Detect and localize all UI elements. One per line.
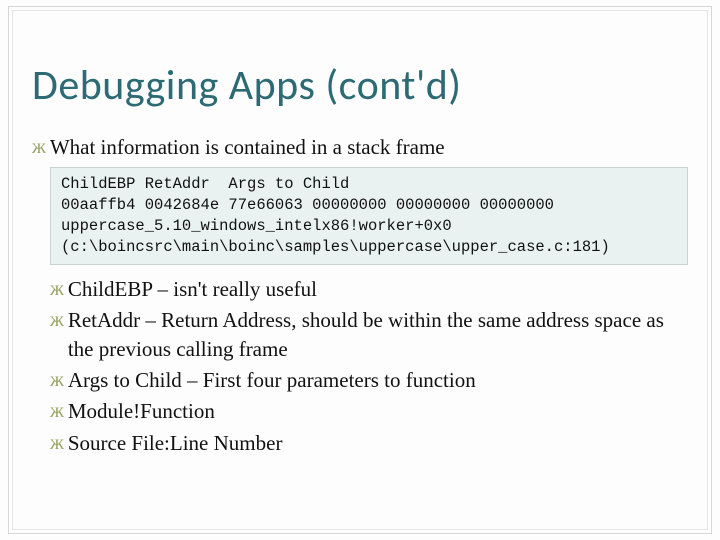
lead-bullet: ж What information is contained in a sta… <box>32 133 688 161</box>
list-item: ж RetAddr – Return Address, should be wi… <box>50 306 688 363</box>
code-line-4: (c:\boincsrc\main\boinc\samples\uppercas… <box>61 238 610 256</box>
list-item: ж Source File:Line Number <box>50 429 688 457</box>
bullet-glyph: ж <box>50 276 64 303</box>
list-item: ж ChildEBP – isn't really useful <box>50 275 688 303</box>
list-item-text: ChildEBP – isn't really useful <box>68 275 688 303</box>
bullet-glyph: ж <box>50 398 64 425</box>
bullet-glyph: ж <box>50 430 64 457</box>
list-item-text: Source File:Line Number <box>68 429 688 457</box>
list-item-text: Module!Function <box>68 397 688 425</box>
list-item-text: Args to Child – First four parameters to… <box>68 366 688 394</box>
code-line-3: uppercase_5.10_windows_intelx86!worker+0… <box>61 217 452 235</box>
sub-bullet-list: ж ChildEBP – isn't really useful ж RetAd… <box>32 275 688 457</box>
slide-title: Debugging Apps (cont'd) <box>32 60 688 111</box>
list-item-text: RetAddr – Return Address, should be with… <box>68 306 688 363</box>
bullet-glyph: ж <box>50 307 64 334</box>
bullet-glyph: ж <box>32 134 46 161</box>
bullet-glyph: ж <box>50 367 64 394</box>
code-line-2: 00aaffb4 0042684e 77e66063 00000000 0000… <box>61 196 554 214</box>
list-item: ж Module!Function <box>50 397 688 425</box>
code-line-1: ChildEBP RetAddr Args to Child <box>61 175 349 193</box>
slide-content: Debugging Apps (cont'd) ж What informati… <box>32 60 688 460</box>
code-sample: ChildEBP RetAddr Args to Child 00aaffb4 … <box>50 167 688 265</box>
list-item: ж Args to Child – First four parameters … <box>50 366 688 394</box>
lead-bullet-text: What information is contained in a stack… <box>50 133 445 161</box>
